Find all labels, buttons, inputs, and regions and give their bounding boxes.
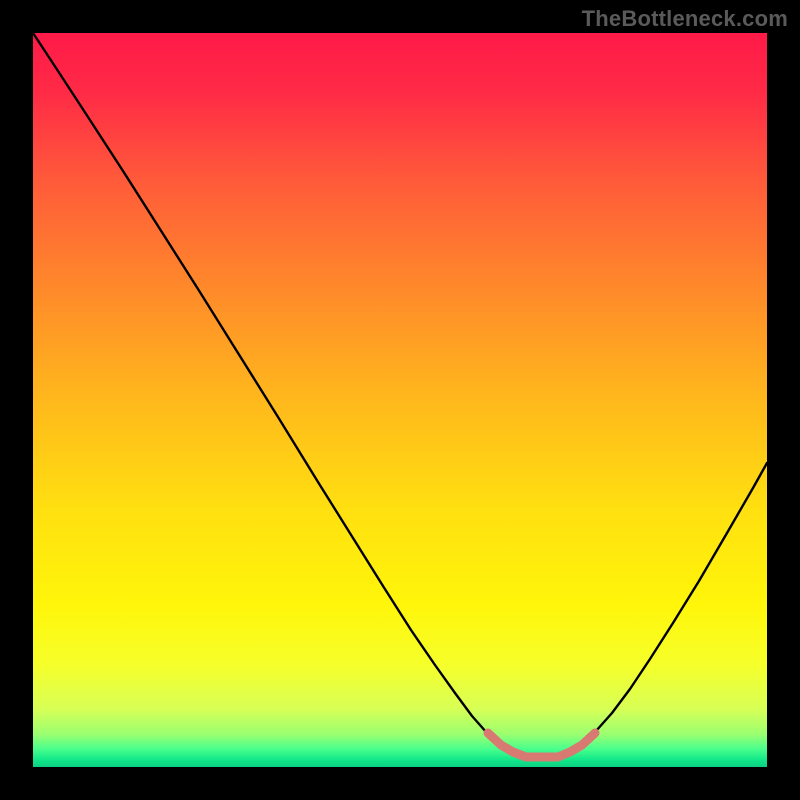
chart-svg: [33, 33, 767, 767]
plot-area: [33, 33, 767, 767]
gradient-background: [33, 33, 767, 767]
watermark-text: TheBottleneck.com: [582, 6, 788, 32]
chart-frame: TheBottleneck.com: [0, 0, 800, 800]
